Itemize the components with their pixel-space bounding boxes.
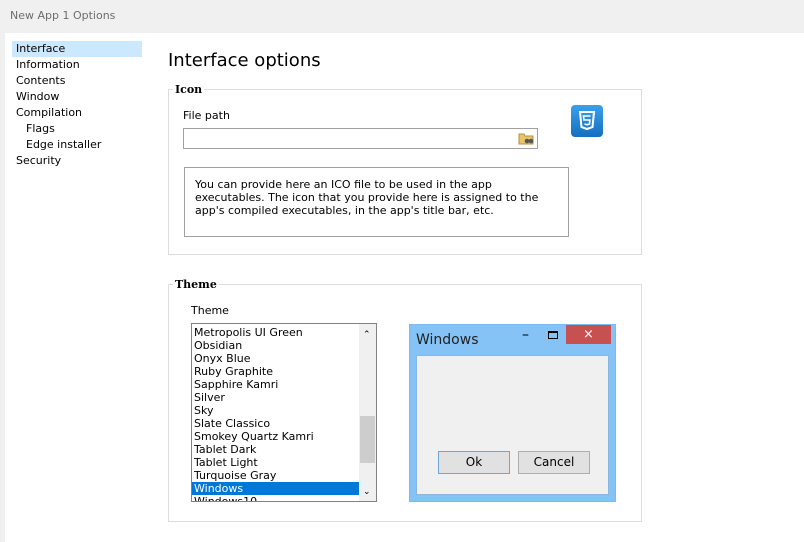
preview-cancel-button: Cancel (518, 451, 590, 474)
icon-info-text: You can provide here an ICO file to be u… (184, 167, 569, 237)
scroll-down-icon[interactable]: ⌄ (363, 487, 371, 497)
theme-list-item[interactable]: Onyx Blue (192, 352, 359, 365)
theme-list-item[interactable]: Windows (192, 482, 359, 495)
theme-list-item[interactable]: Ruby Graphite (192, 365, 359, 378)
preview-client: Ok Cancel (416, 355, 609, 495)
folder-search-icon[interactable] (518, 130, 535, 146)
theme-list-item[interactable]: Windows10 (192, 495, 359, 501)
theme-preview-window: Windows – × Ok Cancel (409, 324, 616, 502)
html5-icon (571, 105, 603, 137)
minimize-icon: – (522, 327, 529, 343)
scrollbar-thumb[interactable] (360, 416, 375, 463)
sidebar-item-edge-installer[interactable]: Edge installer (12, 137, 142, 153)
theme-list-scrollbar[interactable]: ⌃ ⌄ (359, 324, 376, 501)
window-title: New App 1 Options (0, 0, 804, 33)
theme-list-item[interactable]: Tablet Dark (192, 443, 359, 456)
theme-list-item[interactable]: Silver (192, 391, 359, 404)
theme-group-legend: Theme (175, 278, 217, 291)
preview-title: Windows (416, 332, 479, 348)
sidebar-item-flags[interactable]: Flags (12, 121, 142, 137)
close-icon: × (566, 325, 611, 344)
icon-group-legend: Icon (175, 83, 203, 96)
sidebar-item-compilation[interactable]: Compilation (12, 105, 142, 121)
sidebar-item-security[interactable]: Security (12, 153, 142, 169)
theme-list-item[interactable]: Slate Classico (192, 417, 359, 430)
theme-list-item[interactable]: Sapphire Kamri (192, 378, 359, 391)
theme-list-item[interactable]: Sky (192, 404, 359, 417)
theme-list-item[interactable]: Turquoise Gray (192, 469, 359, 482)
theme-list-item[interactable]: Smokey Quartz Kamri (192, 430, 359, 443)
maximize-icon (548, 331, 558, 339)
sidebar-item-interface[interactable]: Interface (12, 41, 142, 57)
sidebar-item-information[interactable]: Information (12, 57, 142, 73)
file-path-input[interactable] (183, 128, 538, 149)
sidebar-item-contents[interactable]: Contents (12, 73, 142, 89)
options-panel: Interface Information Contents Window Compil… (5, 33, 804, 542)
theme-list-item[interactable]: Metropolis UI Green (192, 326, 359, 339)
scroll-up-icon[interactable]: ⌃ (363, 330, 371, 340)
theme-list-item[interactable]: Obsidian (192, 339, 359, 352)
file-path-label: File path (183, 109, 230, 122)
theme-label: Theme (191, 304, 229, 317)
theme-list[interactable]: Metropolis UI Green Obsidian Onyx Blue Ruby… (191, 323, 377, 502)
page-title: Interface options (168, 50, 321, 71)
sidebar-nav: Interface Information Contents Window Compil… (12, 41, 142, 169)
preview-ok-button: Ok (438, 451, 510, 474)
theme-list-item[interactable]: Tablet Light (192, 456, 359, 469)
sidebar-item-window[interactable]: Window (12, 89, 142, 105)
